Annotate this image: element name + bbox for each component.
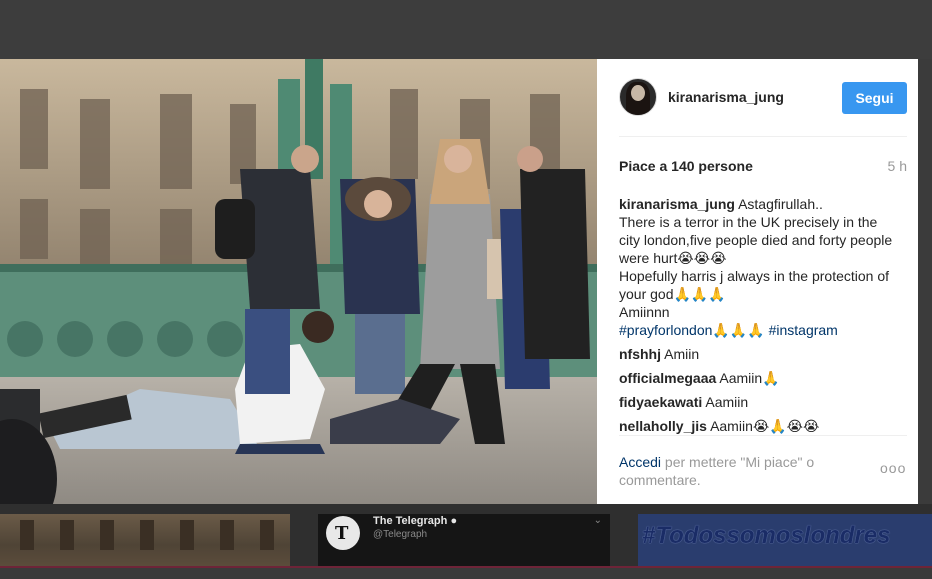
grid-thumbnail[interactable]: T The Telegraph ● @Telegraph ⌄ [318,514,610,566]
post-username[interactable]: kiranarisma_jung [668,89,784,105]
login-link[interactable]: Accedi [619,454,661,470]
comment-text: Aamiin😭🙏😭😭 [710,418,820,434]
comment-username[interactable]: nfshhj [619,346,661,362]
telegraph-logo: T [326,516,360,550]
login-prompt: Accedi per mettere "Mi piace" o commenta… [619,453,849,489]
avatar[interactable] [619,78,657,116]
more-options-icon[interactable]: ooo [880,460,906,476]
comment-row: nellaholly_jis Aamiin😭🙏😭😭 [619,417,899,435]
telegraph-name: The Telegraph ● [373,515,458,527]
grid-thumbnail[interactable]: #Todossomoslondres [638,514,932,566]
likes-count[interactable]: Piace a 140 persone [619,158,753,174]
comment-row: fidyaekawati Aamiin [619,393,899,411]
comment-username[interactable]: nellaholly_jis [619,418,707,434]
comment-text: Amiin [664,346,700,362]
bottom-border [0,566,932,579]
post-side-panel: kiranarisma_jung Segui Piace a 140 perso… [597,59,926,504]
grid-thumbnail[interactable] [0,514,290,566]
header-divider [619,136,907,137]
telegraph-handle: @Telegraph [373,529,428,540]
comment-username[interactable]: fidyaekawati [619,394,702,410]
hashtag-banner: #Todossomoslondres [642,522,891,549]
hashtag-link[interactable]: #prayforlondon🙏🙏🙏 [619,322,765,338]
footer-divider [619,435,907,436]
comment-row: nfshhj Amiin [619,345,899,363]
comments-list[interactable]: kiranarisma_jung Astagfirullah.. There i… [619,195,899,435]
post-age[interactable]: 5 h [888,158,907,174]
check-circle-icon: ● [450,515,458,527]
post-photo[interactable] [0,59,597,504]
caption-username[interactable]: kiranarisma_jung [619,196,735,212]
follow-button[interactable]: Segui [842,82,907,114]
caption-text: Astagfirullah.. There is a terror in the… [619,196,893,320]
caption: kiranarisma_jung Astagfirullah.. There i… [619,195,899,339]
comment-text: Aamiin🙏 [719,370,780,386]
post-photo-illustration [0,59,597,504]
modal-backdrop-top[interactable] [0,0,932,59]
chevron-down-icon: ⌄ [593,515,602,526]
comment-text: Aamiin [705,394,749,410]
comment-row: officialmegaaa Aamiin🙏 [619,369,899,387]
comment-username[interactable]: officialmegaaa [619,370,716,386]
modal-backdrop-right[interactable] [918,59,932,504]
hashtag-link[interactable]: #instagram [769,322,838,338]
